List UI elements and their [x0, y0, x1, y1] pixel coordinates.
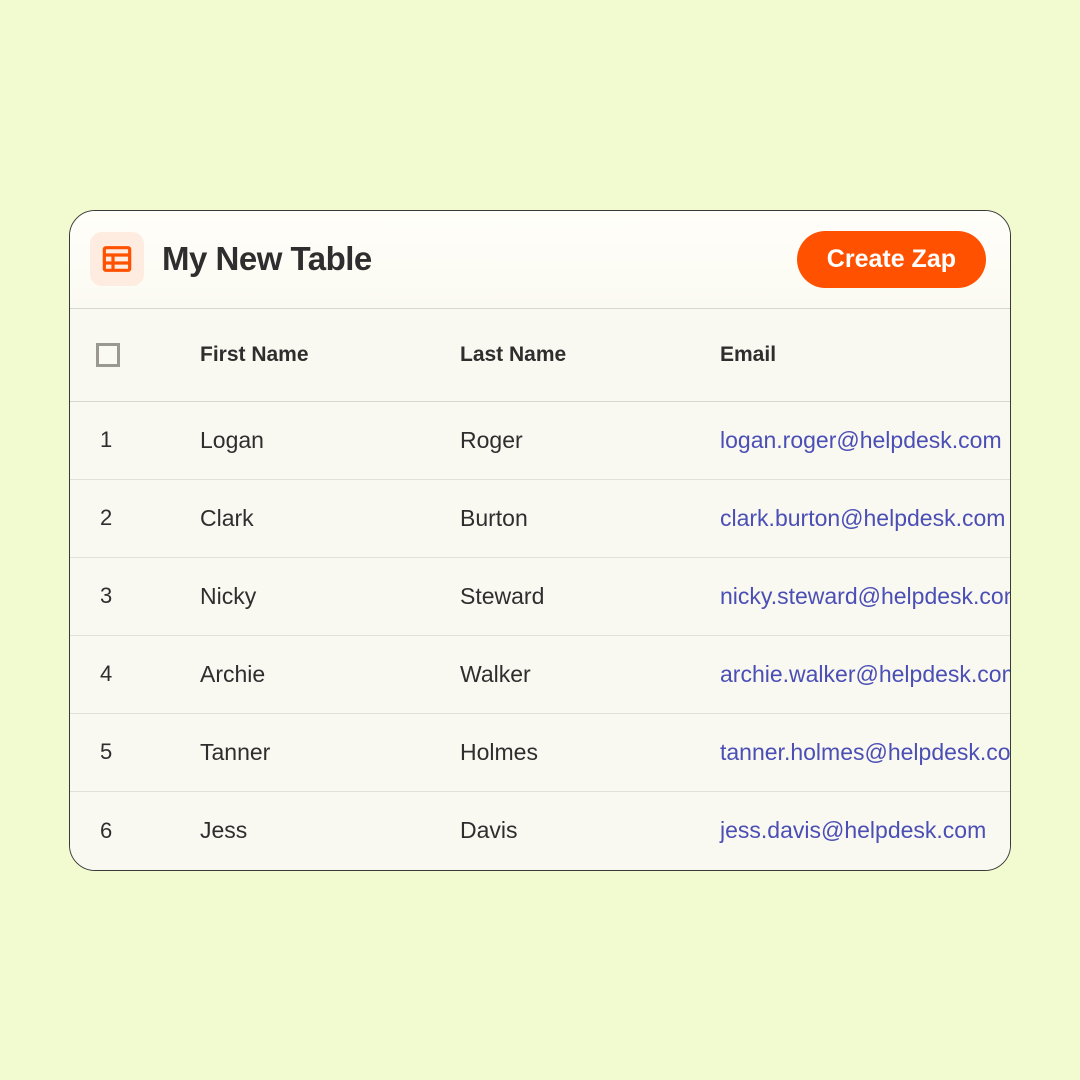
row-number: 5: [100, 739, 200, 765]
cell-last-name[interactable]: Roger: [460, 427, 720, 454]
select-all-cell: [90, 343, 200, 367]
cell-first-name[interactable]: Archie: [200, 661, 460, 688]
table-header-row: First Name Last Name Email: [70, 308, 1010, 402]
table-row[interactable]: 4 Archie Walker archie.walker@helpdesk.c…: [70, 636, 1010, 714]
column-header-last-name[interactable]: Last Name: [460, 343, 720, 367]
select-all-checkbox[interactable]: [96, 343, 120, 367]
cell-email[interactable]: jess.davis@helpdesk.com: [720, 817, 1010, 844]
page-title: My New Table: [162, 240, 372, 278]
cell-last-name[interactable]: Steward: [460, 583, 720, 610]
row-number: 6: [100, 818, 200, 844]
create-zap-button[interactable]: Create Zap: [797, 231, 986, 288]
table-row[interactable]: 5 Tanner Holmes tanner.holmes@helpdesk.c…: [70, 714, 1010, 792]
row-number: 1: [100, 427, 200, 453]
cell-first-name[interactable]: Tanner: [200, 739, 460, 766]
table-row[interactable]: 2 Clark Burton clark.burton@helpdesk.com: [70, 480, 1010, 558]
cell-first-name[interactable]: Logan: [200, 427, 460, 454]
row-number: 3: [100, 583, 200, 609]
cell-first-name[interactable]: Clark: [200, 505, 460, 532]
column-header-email[interactable]: Email: [720, 343, 1010, 367]
cell-first-name[interactable]: Nicky: [200, 583, 460, 610]
column-header-first-name[interactable]: First Name: [200, 343, 460, 367]
cell-last-name[interactable]: Davis: [460, 817, 720, 844]
table-row[interactable]: 3 Nicky Steward nicky.steward@helpdesk.c…: [70, 558, 1010, 636]
cell-email[interactable]: nicky.steward@helpdesk.com: [720, 583, 1011, 610]
table-row[interactable]: 1 Logan Roger logan.roger@helpdesk.com: [70, 402, 1010, 480]
table-icon: [101, 243, 133, 275]
table-card: My New Table Create Zap First Name Last …: [69, 210, 1011, 871]
cell-email[interactable]: logan.roger@helpdesk.com: [720, 427, 1010, 454]
row-number: 2: [100, 505, 200, 531]
cell-last-name[interactable]: Burton: [460, 505, 720, 532]
cell-last-name[interactable]: Holmes: [460, 739, 720, 766]
cell-email[interactable]: clark.burton@helpdesk.com: [720, 505, 1010, 532]
row-number: 4: [100, 661, 200, 687]
table-icon-tile: [90, 232, 144, 286]
cell-email[interactable]: archie.walker@helpdesk.com: [720, 661, 1011, 688]
cell-first-name[interactable]: Jess: [200, 817, 460, 844]
table-row[interactable]: 6 Jess Davis jess.davis@helpdesk.com: [70, 792, 1010, 870]
card-header: My New Table Create Zap: [70, 211, 1010, 308]
cell-email[interactable]: tanner.holmes@helpdesk.com: [720, 739, 1011, 766]
cell-last-name[interactable]: Walker: [460, 661, 720, 688]
